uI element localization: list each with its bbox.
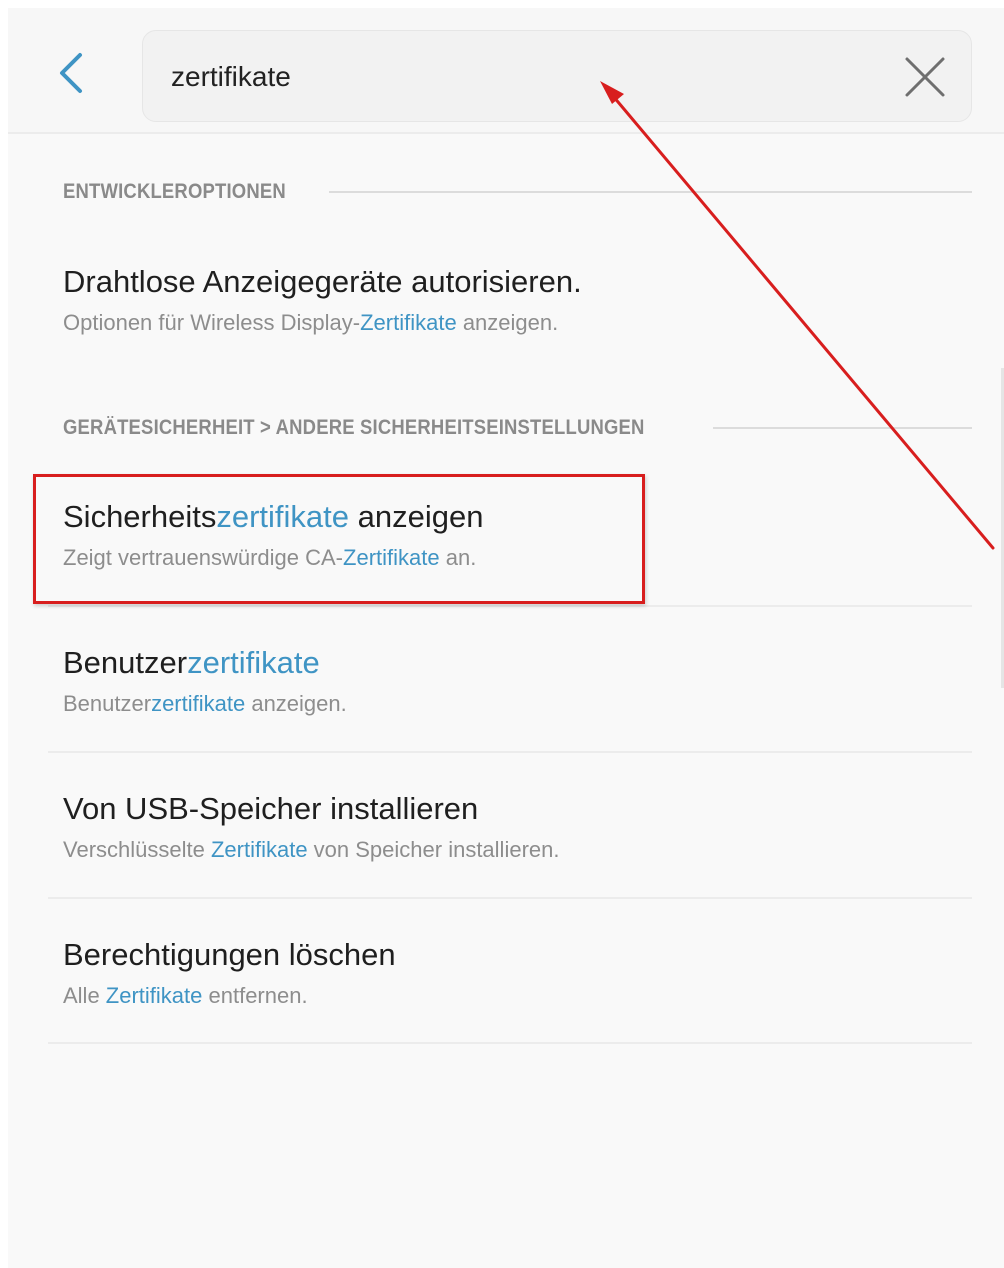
title-match: zertifikate	[216, 499, 350, 534]
subtitle-text: Benutzer	[63, 691, 152, 716]
result-subtitle: Alle Zertifikate entfernen.	[63, 982, 943, 1010]
result-subtitle: Benutzerzertifikate anzeigen.	[63, 690, 943, 718]
subtitle-text: Verschlüsselte	[63, 837, 211, 862]
search-input[interactable]	[171, 49, 871, 105]
subtitle-text: anzeigen.	[456, 310, 559, 335]
result-title: Berechtigungen löschen	[63, 936, 943, 974]
result-item-security-certificates[interactable]: Sicherheitszertifikate anzeigen Zeigt ve…	[63, 498, 943, 572]
search-header	[8, 8, 1004, 134]
title-text: Benutzer	[63, 645, 188, 680]
section-divider-line	[713, 427, 972, 429]
list-divider	[48, 1042, 972, 1044]
result-item-clear-credentials[interactable]: Berechtigungen löschen Alle Zertifikate …	[63, 936, 943, 1010]
result-subtitle: Zeigt vertrauenswürdige CA-Zertifikate a…	[63, 544, 943, 572]
settings-search-screen: ENTWICKLEROPTIONEN Drahtlose Anzeigegerä…	[8, 8, 1004, 1268]
close-icon	[905, 57, 945, 97]
title-text: Sicherheits	[63, 499, 217, 534]
subtitle-match: Zertifikate	[210, 837, 308, 862]
result-item-install-from-usb[interactable]: Von USB-Speicher installieren Verschlüss…	[63, 790, 943, 864]
subtitle-match: zertifikate	[151, 691, 246, 716]
search-field[interactable]	[142, 30, 972, 122]
subtitle-text: entfernen.	[202, 983, 308, 1008]
clear-search-button[interactable]	[903, 55, 947, 99]
subtitle-text: Alle	[63, 983, 106, 1008]
section-header-label: GERÄTESICHERHEIT > ANDERE SICHERHEITSEIN…	[63, 416, 645, 439]
title-text: anzeigen	[349, 499, 484, 534]
list-divider	[48, 897, 972, 899]
back-button[interactable]	[46, 48, 96, 98]
subtitle-text: an.	[439, 545, 477, 570]
list-divider	[48, 605, 972, 607]
subtitle-match: Zertifikate	[343, 545, 440, 570]
result-title: Benutzerzertifikate	[63, 644, 943, 682]
result-item-user-certificates[interactable]: Benutzerzertifikate Benutzerzertifikate …	[63, 644, 943, 718]
subtitle-text: anzeigen.	[245, 691, 347, 716]
result-subtitle: Optionen für Wireless Display-Zertifikat…	[63, 309, 943, 337]
subtitle-match: Zertifikate	[360, 310, 457, 335]
title-text: Berechtigungen löschen	[63, 937, 396, 972]
result-title: Sicherheitszertifikate anzeigen	[63, 498, 943, 536]
chevron-left-icon	[60, 53, 82, 93]
subtitle-text: von Speicher installieren.	[307, 837, 560, 862]
result-title: Drahtlose Anzeigegeräte autorisieren.	[63, 263, 943, 301]
subtitle-match: Zertifikate	[105, 983, 203, 1008]
result-item-wireless-display[interactable]: Drahtlose Anzeigegeräte autorisieren. Op…	[63, 263, 943, 337]
list-divider	[48, 751, 972, 753]
result-title: Von USB-Speicher installieren	[63, 790, 943, 828]
section-header-label: ENTWICKLEROPTIONEN	[63, 180, 286, 203]
title-text: Von USB-Speicher installieren	[63, 791, 479, 826]
section-divider-line	[329, 191, 972, 193]
section-header-geraetesicherheit: GERÄTESICHERHEIT > ANDERE SICHERHEITSEIN…	[63, 413, 972, 443]
subtitle-text: Zeigt vertrauenswürdige CA-	[63, 545, 344, 570]
title-match: zertifikate	[187, 645, 320, 680]
title-text: Drahtlose Anzeigegeräte autorisieren.	[63, 264, 582, 299]
section-header-entwickleroptionen: ENTWICKLEROPTIONEN	[63, 177, 972, 207]
result-subtitle: Verschlüsselte Zertifikate von Speicher …	[63, 836, 943, 864]
subtitle-text: Optionen für Wireless Display-	[63, 310, 361, 335]
